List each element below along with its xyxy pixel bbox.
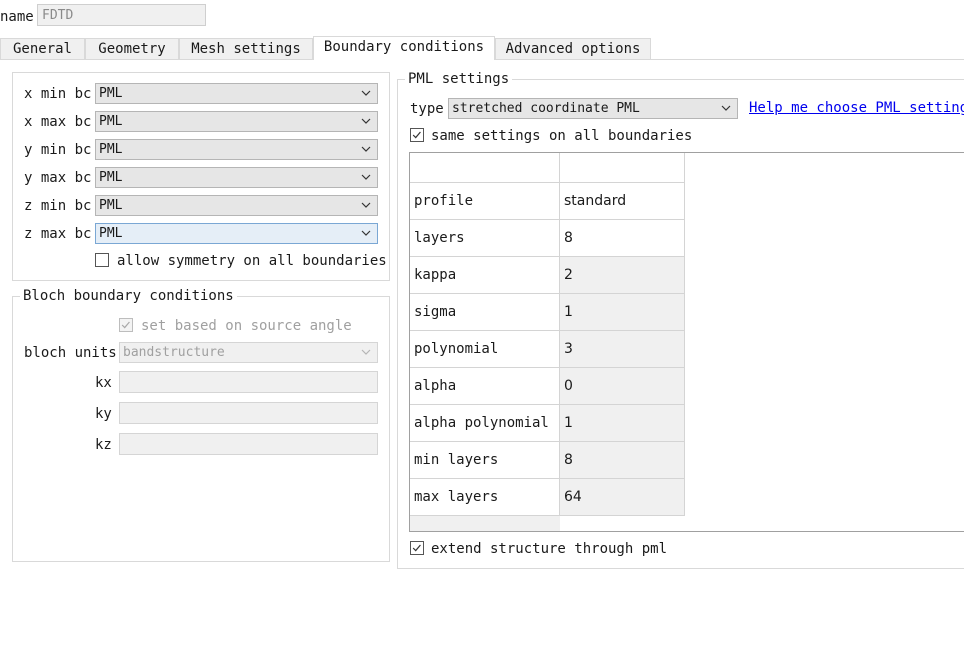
table-row-label: sigma: [410, 294, 560, 331]
name-input[interactable]: [37, 4, 206, 26]
table-cell-value[interactable]: standard: [560, 183, 685, 220]
table-cell-value[interactable]: 1: [560, 405, 685, 442]
table-cell-value[interactable]: 8: [560, 220, 685, 257]
table-row-label: layers: [410, 220, 560, 257]
y-min-bc-select[interactable]: PML: [95, 139, 378, 160]
help-pml-link[interactable]: Help me choose PML settings: [749, 100, 964, 116]
chevron-down-icon: [361, 230, 371, 236]
kx-label: kx: [95, 375, 112, 391]
pml-type-label: type: [410, 101, 444, 117]
tab-label: General: [12, 41, 72, 57]
table-row-label: polynomial: [410, 331, 560, 368]
x-max-bc-select[interactable]: PML: [95, 111, 378, 132]
pml-title: PML settings: [405, 71, 513, 87]
select-value: bandstructure: [123, 345, 225, 360]
kz-label: kz: [95, 437, 112, 453]
chevron-down-icon: [361, 146, 371, 152]
tab-label: Advanced options: [505, 41, 641, 57]
y-max-bc-label: y max bc: [24, 170, 92, 186]
allow-symmetry-checkbox[interactable]: [95, 253, 109, 267]
table-row-label: min layers: [410, 442, 560, 479]
checkmark-icon: [412, 131, 421, 139]
z-min-bc-select[interactable]: PML: [95, 195, 378, 216]
chevron-down-icon: [361, 349, 371, 355]
select-value: PML: [99, 114, 123, 129]
name-label: name: [0, 9, 34, 25]
kx-input[interactable]: [119, 371, 378, 393]
same-settings-checkbox[interactable]: [410, 128, 424, 142]
tab-advanced-options[interactable]: Advanced options: [495, 38, 651, 59]
table-header-corner: [410, 153, 560, 183]
tab-label: Geometry: [98, 41, 166, 57]
y-min-bc-label: y min bc: [24, 142, 92, 158]
table-cell-value[interactable]: 64: [560, 479, 685, 516]
select-value: stretched coordinate PML: [452, 101, 640, 116]
tab-geometry[interactable]: Geometry: [85, 38, 179, 59]
tab-label: Boundary conditions: [323, 39, 485, 55]
select-value: PML: [99, 226, 123, 241]
bloch-title: Bloch boundary conditions: [20, 288, 237, 304]
table-cell-value[interactable]: 3: [560, 331, 685, 368]
x-max-bc-label: x max bc: [24, 114, 92, 130]
ky-input[interactable]: [119, 402, 378, 424]
bloch-units-label: bloch units: [24, 345, 117, 361]
chevron-down-icon: [721, 105, 731, 111]
table-row-label: max layers: [410, 479, 560, 516]
x-min-bc-select[interactable]: PML: [95, 83, 378, 104]
table-cell-value[interactable]: 1: [560, 294, 685, 331]
checkmark-icon: [121, 321, 130, 329]
kz-input[interactable]: [119, 433, 378, 455]
y-max-bc-select[interactable]: PML: [95, 167, 378, 188]
allow-symmetry-label: allow symmetry on all boundaries: [117, 253, 387, 269]
x-min-bc-label: x min bc: [24, 86, 92, 102]
table-cell-value[interactable]: 2: [560, 257, 685, 294]
extend-structure-checkbox[interactable]: [410, 541, 424, 555]
table-row-label: profile: [410, 183, 560, 220]
pml-settings-table: profile standard layers 8 kappa 2 sigma …: [409, 152, 964, 532]
tab-general[interactable]: General: [0, 38, 85, 59]
extend-structure-label: extend structure through pml: [431, 541, 668, 557]
table-row-label: alpha polynomial: [410, 405, 560, 442]
set-based-checkbox[interactable]: [119, 318, 133, 332]
set-based-label: set based on source angle: [141, 318, 352, 334]
pml-type-select[interactable]: stretched coordinate PML: [448, 98, 738, 119]
table-header-column: [560, 153, 685, 183]
select-value: PML: [99, 170, 123, 185]
select-value: PML: [99, 142, 123, 157]
z-min-bc-label: z min bc: [24, 198, 92, 214]
tab-boundary-conditions[interactable]: Boundary conditions: [313, 36, 495, 60]
z-max-bc-label: z max bc: [24, 226, 92, 242]
z-max-bc-select[interactable]: PML: [95, 223, 378, 244]
tab-mesh-settings[interactable]: Mesh settings: [179, 38, 313, 59]
table-row-label: kappa: [410, 257, 560, 294]
ky-label: ky: [95, 406, 112, 422]
chevron-down-icon: [361, 90, 371, 96]
table-cell-value[interactable]: 8: [560, 442, 685, 479]
same-settings-label: same settings on all boundaries: [431, 128, 693, 144]
select-value: PML: [99, 86, 123, 101]
chevron-down-icon: [361, 118, 371, 124]
chevron-down-icon: [361, 202, 371, 208]
select-value: PML: [99, 198, 123, 213]
bloch-panel: [12, 296, 390, 562]
tab-label: Mesh settings: [191, 41, 301, 57]
table-row-label: alpha: [410, 368, 560, 405]
table-cell-value[interactable]: 0: [560, 368, 685, 405]
table-scroll-area: [410, 516, 560, 531]
chevron-down-icon: [361, 174, 371, 180]
bloch-units-select[interactable]: bandstructure: [119, 342, 378, 363]
checkmark-icon: [412, 544, 421, 552]
